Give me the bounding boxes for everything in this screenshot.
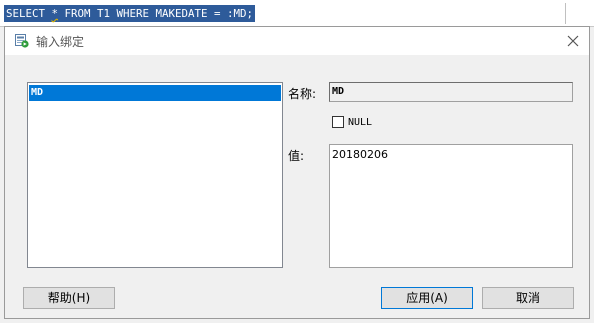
cancel-button[interactable]: 取消 bbox=[482, 287, 574, 309]
sql-suffix: FROM T1 WHERE MAKEDATE = :MD; bbox=[58, 7, 254, 20]
value-label: 值: bbox=[288, 149, 305, 163]
bind-variable-icon bbox=[15, 34, 29, 48]
null-checkbox-label[interactable]: NULL bbox=[348, 117, 372, 128]
apply-button[interactable]: 应用(A) bbox=[381, 287, 473, 309]
close-icon bbox=[567, 35, 579, 47]
list-item-md[interactable]: MD bbox=[29, 85, 281, 101]
help-button[interactable]: 帮助(H) bbox=[23, 287, 115, 309]
null-checkbox[interactable] bbox=[332, 116, 344, 128]
editor-margin-line bbox=[565, 3, 566, 24]
sql-prefix: SELECT bbox=[6, 7, 52, 20]
bind-variables-dialog: 输入绑定 MD 名称: MD NULL 值: 20180206 帮助(H) 应用… bbox=[4, 26, 590, 319]
name-field: MD bbox=[329, 82, 573, 102]
dialog-titlebar[interactable]: 输入绑定 bbox=[5, 27, 589, 55]
sql-editor[interactable]: SELECT * FROM T1 WHERE MAKEDATE = :MD; bbox=[0, 0, 594, 27]
sql-statement[interactable]: SELECT * FROM T1 WHERE MAKEDATE = :MD; bbox=[4, 5, 256, 22]
bind-variable-list[interactable]: MD bbox=[27, 82, 283, 268]
dialog-title: 输入绑定 bbox=[36, 35, 85, 49]
value-textarea[interactable]: 20180206 bbox=[329, 144, 573, 268]
name-label: 名称: bbox=[288, 87, 317, 101]
close-button[interactable] bbox=[563, 31, 583, 51]
